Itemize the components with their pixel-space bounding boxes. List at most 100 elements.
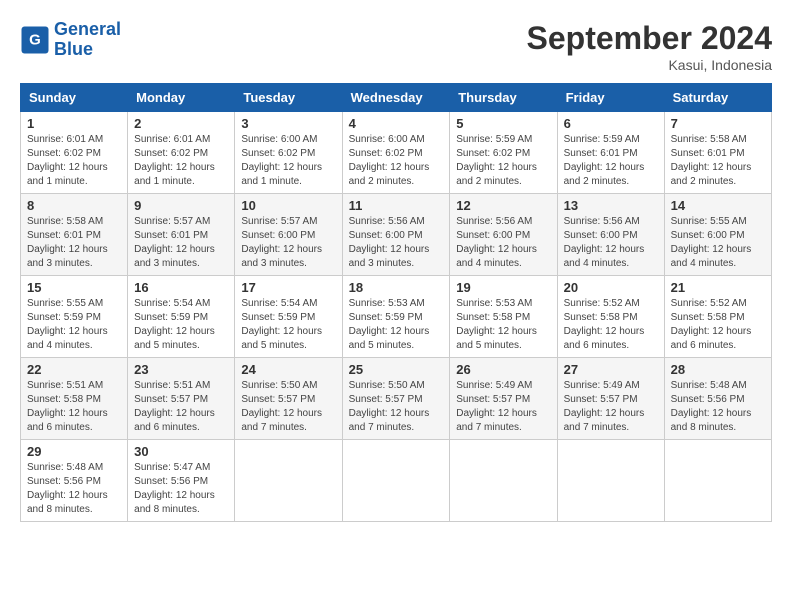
day-number: 7 bbox=[671, 116, 765, 131]
calendar-day-14: 14 Sunrise: 5:55 AMSunset: 6:00 PMDaylig… bbox=[664, 194, 771, 276]
day-number: 8 bbox=[27, 198, 121, 213]
day-detail: Sunrise: 6:00 AMSunset: 6:02 PMDaylight:… bbox=[241, 133, 335, 189]
day-detail: Sunrise: 5:53 AMSunset: 5:59 PMDaylight:… bbox=[349, 297, 444, 353]
day-number: 18 bbox=[349, 280, 444, 295]
day-number: 13 bbox=[564, 198, 658, 213]
calendar-day-10: 10 Sunrise: 5:57 AMSunset: 6:00 PMDaylig… bbox=[235, 194, 342, 276]
day-number: 24 bbox=[241, 362, 335, 377]
day-detail: Sunrise: 5:51 AMSunset: 5:58 PMDaylight:… bbox=[27, 379, 121, 435]
day-number: 30 bbox=[134, 444, 228, 459]
weekday-header-row: Sunday Monday Tuesday Wednesday Thursday… bbox=[21, 84, 772, 112]
day-number: 17 bbox=[241, 280, 335, 295]
day-detail: Sunrise: 5:56 AMSunset: 6:00 PMDaylight:… bbox=[456, 215, 550, 271]
calendar-day-27: 27 Sunrise: 5:49 AMSunset: 5:57 PMDaylig… bbox=[557, 358, 664, 440]
calendar-day-1: 1 Sunrise: 6:01 AMSunset: 6:02 PMDayligh… bbox=[21, 112, 128, 194]
header-thursday: Thursday bbox=[450, 84, 557, 112]
day-number: 4 bbox=[349, 116, 444, 131]
day-detail: Sunrise: 5:53 AMSunset: 5:58 PMDaylight:… bbox=[456, 297, 550, 353]
calendar-day-22: 22 Sunrise: 5:51 AMSunset: 5:58 PMDaylig… bbox=[21, 358, 128, 440]
page-header: G General Blue September 2024 Kasui, Ind… bbox=[20, 20, 772, 73]
calendar-day-4: 4 Sunrise: 6:00 AMSunset: 6:02 PMDayligh… bbox=[342, 112, 450, 194]
header-saturday: Saturday bbox=[664, 84, 771, 112]
day-number: 28 bbox=[671, 362, 765, 377]
header-wednesday: Wednesday bbox=[342, 84, 450, 112]
calendar-empty bbox=[450, 440, 557, 522]
svg-text:G: G bbox=[29, 31, 41, 48]
day-detail: Sunrise: 5:57 AMSunset: 6:00 PMDaylight:… bbox=[241, 215, 335, 271]
day-number: 29 bbox=[27, 444, 121, 459]
calendar-day-12: 12 Sunrise: 5:56 AMSunset: 6:00 PMDaylig… bbox=[450, 194, 557, 276]
day-detail: Sunrise: 5:49 AMSunset: 5:57 PMDaylight:… bbox=[564, 379, 658, 435]
day-number: 14 bbox=[671, 198, 765, 213]
calendar-table: Sunday Monday Tuesday Wednesday Thursday… bbox=[20, 83, 772, 522]
calendar-day-21: 21 Sunrise: 5:52 AMSunset: 5:58 PMDaylig… bbox=[664, 276, 771, 358]
day-detail: Sunrise: 5:59 AMSunset: 6:02 PMDaylight:… bbox=[456, 133, 550, 189]
calendar-day-7: 7 Sunrise: 5:58 AMSunset: 6:01 PMDayligh… bbox=[664, 112, 771, 194]
day-number: 12 bbox=[456, 198, 550, 213]
day-detail: Sunrise: 5:52 AMSunset: 5:58 PMDaylight:… bbox=[671, 297, 765, 353]
title-area: September 2024 Kasui, Indonesia bbox=[527, 20, 772, 73]
day-number: 23 bbox=[134, 362, 228, 377]
calendar-day-6: 6 Sunrise: 5:59 AMSunset: 6:01 PMDayligh… bbox=[557, 112, 664, 194]
calendar-day-25: 25 Sunrise: 5:50 AMSunset: 5:57 PMDaylig… bbox=[342, 358, 450, 440]
calendar-empty bbox=[235, 440, 342, 522]
calendar-day-23: 23 Sunrise: 5:51 AMSunset: 5:57 PMDaylig… bbox=[128, 358, 235, 440]
day-number: 25 bbox=[349, 362, 444, 377]
day-number: 16 bbox=[134, 280, 228, 295]
header-monday: Monday bbox=[128, 84, 235, 112]
calendar-day-19: 19 Sunrise: 5:53 AMSunset: 5:58 PMDaylig… bbox=[450, 276, 557, 358]
calendar-day-11: 11 Sunrise: 5:56 AMSunset: 6:00 PMDaylig… bbox=[342, 194, 450, 276]
calendar-day-15: 15 Sunrise: 5:55 AMSunset: 5:59 PMDaylig… bbox=[21, 276, 128, 358]
calendar-week-row: 22 Sunrise: 5:51 AMSunset: 5:58 PMDaylig… bbox=[21, 358, 772, 440]
calendar-day-5: 5 Sunrise: 5:59 AMSunset: 6:02 PMDayligh… bbox=[450, 112, 557, 194]
day-detail: Sunrise: 5:52 AMSunset: 5:58 PMDaylight:… bbox=[564, 297, 658, 353]
day-detail: Sunrise: 5:57 AMSunset: 6:01 PMDaylight:… bbox=[134, 215, 228, 271]
day-number: 20 bbox=[564, 280, 658, 295]
calendar-day-13: 13 Sunrise: 5:56 AMSunset: 6:00 PMDaylig… bbox=[557, 194, 664, 276]
day-detail: Sunrise: 6:00 AMSunset: 6:02 PMDaylight:… bbox=[349, 133, 444, 189]
day-number: 2 bbox=[134, 116, 228, 131]
logo-icon: G bbox=[20, 25, 50, 55]
day-number: 22 bbox=[27, 362, 121, 377]
day-detail: Sunrise: 5:54 AMSunset: 5:59 PMDaylight:… bbox=[134, 297, 228, 353]
day-number: 19 bbox=[456, 280, 550, 295]
calendar-week-row: 1 Sunrise: 6:01 AMSunset: 6:02 PMDayligh… bbox=[21, 112, 772, 194]
calendar-empty bbox=[342, 440, 450, 522]
calendar-day-9: 9 Sunrise: 5:57 AMSunset: 6:01 PMDayligh… bbox=[128, 194, 235, 276]
day-detail: Sunrise: 5:48 AMSunset: 5:56 PMDaylight:… bbox=[27, 461, 121, 517]
day-detail: Sunrise: 5:59 AMSunset: 6:01 PMDaylight:… bbox=[564, 133, 658, 189]
calendar-day-16: 16 Sunrise: 5:54 AMSunset: 5:59 PMDaylig… bbox=[128, 276, 235, 358]
header-tuesday: Tuesday bbox=[235, 84, 342, 112]
day-detail: Sunrise: 5:55 AMSunset: 6:00 PMDaylight:… bbox=[671, 215, 765, 271]
day-number: 27 bbox=[564, 362, 658, 377]
location: Kasui, Indonesia bbox=[527, 57, 772, 73]
month-title: September 2024 bbox=[527, 20, 772, 57]
calendar-day-28: 28 Sunrise: 5:48 AMSunset: 5:56 PMDaylig… bbox=[664, 358, 771, 440]
day-detail: Sunrise: 5:50 AMSunset: 5:57 PMDaylight:… bbox=[349, 379, 444, 435]
day-detail: Sunrise: 5:47 AMSunset: 5:56 PMDaylight:… bbox=[134, 461, 228, 517]
day-number: 26 bbox=[456, 362, 550, 377]
day-detail: Sunrise: 5:54 AMSunset: 5:59 PMDaylight:… bbox=[241, 297, 335, 353]
day-number: 11 bbox=[349, 198, 444, 213]
calendar-day-3: 3 Sunrise: 6:00 AMSunset: 6:02 PMDayligh… bbox=[235, 112, 342, 194]
calendar-day-2: 2 Sunrise: 6:01 AMSunset: 6:02 PMDayligh… bbox=[128, 112, 235, 194]
day-detail: Sunrise: 5:56 AMSunset: 6:00 PMDaylight:… bbox=[564, 215, 658, 271]
day-detail: Sunrise: 5:48 AMSunset: 5:56 PMDaylight:… bbox=[671, 379, 765, 435]
day-number: 6 bbox=[564, 116, 658, 131]
day-number: 1 bbox=[27, 116, 121, 131]
calendar-day-24: 24 Sunrise: 5:50 AMSunset: 5:57 PMDaylig… bbox=[235, 358, 342, 440]
calendar-day-20: 20 Sunrise: 5:52 AMSunset: 5:58 PMDaylig… bbox=[557, 276, 664, 358]
calendar-empty bbox=[664, 440, 771, 522]
day-detail: Sunrise: 5:58 AMSunset: 6:01 PMDaylight:… bbox=[27, 215, 121, 271]
calendar-day-17: 17 Sunrise: 5:54 AMSunset: 5:59 PMDaylig… bbox=[235, 276, 342, 358]
calendar-week-row: 29 Sunrise: 5:48 AMSunset: 5:56 PMDaylig… bbox=[21, 440, 772, 522]
day-number: 15 bbox=[27, 280, 121, 295]
day-number: 21 bbox=[671, 280, 765, 295]
day-detail: Sunrise: 6:01 AMSunset: 6:02 PMDaylight:… bbox=[134, 133, 228, 189]
day-detail: Sunrise: 5:56 AMSunset: 6:00 PMDaylight:… bbox=[349, 215, 444, 271]
day-number: 5 bbox=[456, 116, 550, 131]
header-sunday: Sunday bbox=[21, 84, 128, 112]
calendar-day-29: 29 Sunrise: 5:48 AMSunset: 5:56 PMDaylig… bbox=[21, 440, 128, 522]
calendar-day-8: 8 Sunrise: 5:58 AMSunset: 6:01 PMDayligh… bbox=[21, 194, 128, 276]
calendar-week-row: 8 Sunrise: 5:58 AMSunset: 6:01 PMDayligh… bbox=[21, 194, 772, 276]
